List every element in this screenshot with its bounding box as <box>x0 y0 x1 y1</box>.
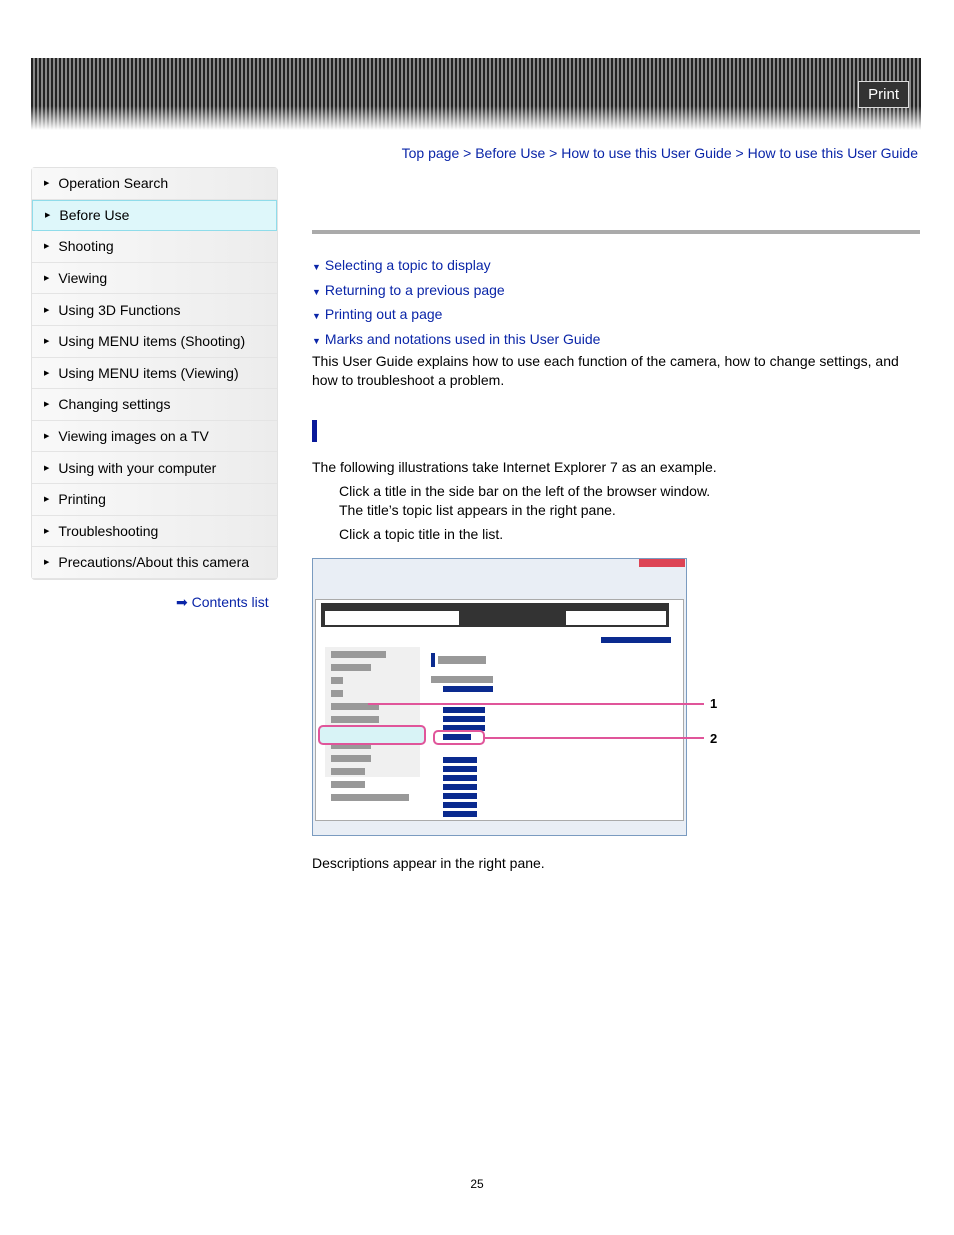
triangle-right-icon: ▶ <box>44 433 50 441</box>
illustration-bar <box>331 755 371 762</box>
illustration-bar <box>443 716 485 722</box>
sidebar-item-label: Troubleshooting <box>58 522 159 539</box>
illustration-bar <box>443 766 477 772</box>
toc-link[interactable]: Selecting a topic to display <box>325 257 491 273</box>
sidebar-item-label: Operation Search <box>58 175 169 192</box>
sidebar-item[interactable]: ▶ Using MENU items (Viewing) <box>32 357 277 390</box>
sidebar-item[interactable]: ▶ Using 3D Functions <box>32 294 277 326</box>
page-number: 25 <box>470 1177 484 1191</box>
step-1: Click a title in the side bar on the lef… <box>339 483 711 499</box>
triangle-right-icon: ▶ <box>44 464 50 472</box>
illustration-bar <box>331 768 365 775</box>
triangle-right-icon: ▶ <box>45 212 51 220</box>
intro-text: This User Guide explains how to use each… <box>312 353 899 388</box>
toc-link[interactable]: Marks and notations used in this User Gu… <box>325 331 600 347</box>
browser-illustration: 1 2 <box>312 558 717 836</box>
illustration-bar <box>443 757 477 763</box>
step-2: Click a topic title in the list. <box>339 526 504 542</box>
step-1-result: The title’s topic list appears in the ri… <box>339 502 616 518</box>
triangle-right-icon: ▶ <box>44 369 50 377</box>
illustration-bar <box>331 651 386 658</box>
illustration-bar <box>443 793 477 799</box>
print-button[interactable]: Print <box>858 81 909 108</box>
toc-link[interactable]: Returning to a previous page <box>325 282 505 298</box>
header-banner: Print <box>31 58 921 130</box>
sidebar-item-label: Printing <box>58 491 106 508</box>
illustration-bar <box>443 775 477 781</box>
sidebar-item[interactable]: ▶ Using MENU items (Shooting) <box>32 325 277 358</box>
sidebar-item[interactable]: ▶ Printing <box>32 483 277 516</box>
sidebar-item[interactable]: ▶ Troubleshooting <box>32 515 277 548</box>
sidebar-item[interactable]: ▶ Operation Search <box>32 168 277 200</box>
illustration-bar <box>331 716 379 723</box>
sidebar-item-label: Using MENU items (Viewing) <box>58 364 239 381</box>
main-content: ▼ Selecting a topic to display ▼ Returning… <box>312 230 920 873</box>
section-heading-bar <box>312 420 317 442</box>
triangle-right-icon: ▶ <box>44 496 50 504</box>
sidebar-item-label: Viewing <box>58 270 108 287</box>
toc-link[interactable]: Printing out a page <box>325 306 443 322</box>
sidebar-item[interactable]: ▶ Changing settings <box>32 389 277 421</box>
breadcrumb-how-to-use[interactable]: How to use this User Guide <box>561 145 731 161</box>
breadcrumb-current[interactable]: How to use this User Guide <box>748 145 918 161</box>
sidebar-item-label: Precautions/About this camera <box>58 554 250 571</box>
sidebar-item-label: Using 3D Functions <box>58 301 181 318</box>
sidebar: ▶ Operation Search ▶ Before Use ▶ Shooting ▶ Vi… <box>31 167 278 580</box>
contents-list-link[interactable]: ➡ Contents list <box>176 594 269 611</box>
triangle-down-icon: ▼ <box>312 286 321 297</box>
breadcrumb: Top page > Before Use > How to use this … <box>401 145 918 161</box>
sidebar-item-label: Viewing images on a TV <box>58 428 209 445</box>
triangle-right-icon: ▶ <box>44 243 50 251</box>
triangle-right-icon: ▶ <box>44 559 50 567</box>
triangle-down-icon: ▼ <box>312 262 321 272</box>
sidebar-item-label: Shooting <box>58 238 114 255</box>
triangle-right-icon: ▶ <box>44 401 50 409</box>
sidebar-item-label: Changing settings <box>58 396 171 413</box>
title-divider <box>312 230 920 234</box>
triangle-down-icon: ▼ <box>312 311 321 321</box>
illustration-bar <box>331 781 365 788</box>
example-text: The following illustrations take Interne… <box>312 459 717 475</box>
sidebar-item[interactable]: ▶ Before Use <box>32 199 277 232</box>
triangle-right-icon: ▶ <box>44 306 50 314</box>
sidebar-item[interactable]: ▶ Shooting <box>32 231 277 263</box>
arrow-right-icon: ➡ <box>176 594 188 610</box>
illustration-bar <box>443 784 477 790</box>
triangle-down-icon: ▼ <box>312 335 321 346</box>
illustration-bar <box>331 677 343 684</box>
triangle-right-icon: ▶ <box>44 338 50 346</box>
sidebar-item[interactable]: ▶ Precautions/About this camera <box>32 547 277 579</box>
triangle-right-icon: ▶ <box>44 527 50 535</box>
result-text: Descriptions appear in the right pane. <box>312 855 545 871</box>
sidebar-item[interactable]: ▶ Viewing images on a TV <box>32 420 277 453</box>
sidebar-item-label: Using with your computer <box>58 459 217 476</box>
illustration-bar <box>331 690 343 697</box>
breadcrumb-before-use[interactable]: Before Use <box>475 145 545 161</box>
sidebar-item-label: Before Use <box>59 207 130 224</box>
illustration-bar <box>331 794 409 801</box>
triangle-right-icon: ▶ <box>44 180 50 188</box>
sidebar-item[interactable]: ▶ Using with your computer <box>32 452 277 484</box>
illustration-bar <box>331 664 371 671</box>
sidebar-item-label: Using MENU items (Shooting) <box>58 333 246 350</box>
illustration-bar <box>443 811 477 817</box>
illustration-bar <box>443 707 485 713</box>
sidebar-item[interactable]: ▶ Viewing <box>32 262 277 295</box>
triangle-right-icon: ▶ <box>44 275 50 283</box>
topic-list: ▼ Selecting a topic to display ▼ Returning… <box>312 254 920 352</box>
callout-2: 2 <box>710 731 718 746</box>
illustration-bar <box>443 802 477 808</box>
breadcrumb-top-page[interactable]: Top page <box>402 145 460 161</box>
callout-1: 1 <box>710 696 718 711</box>
